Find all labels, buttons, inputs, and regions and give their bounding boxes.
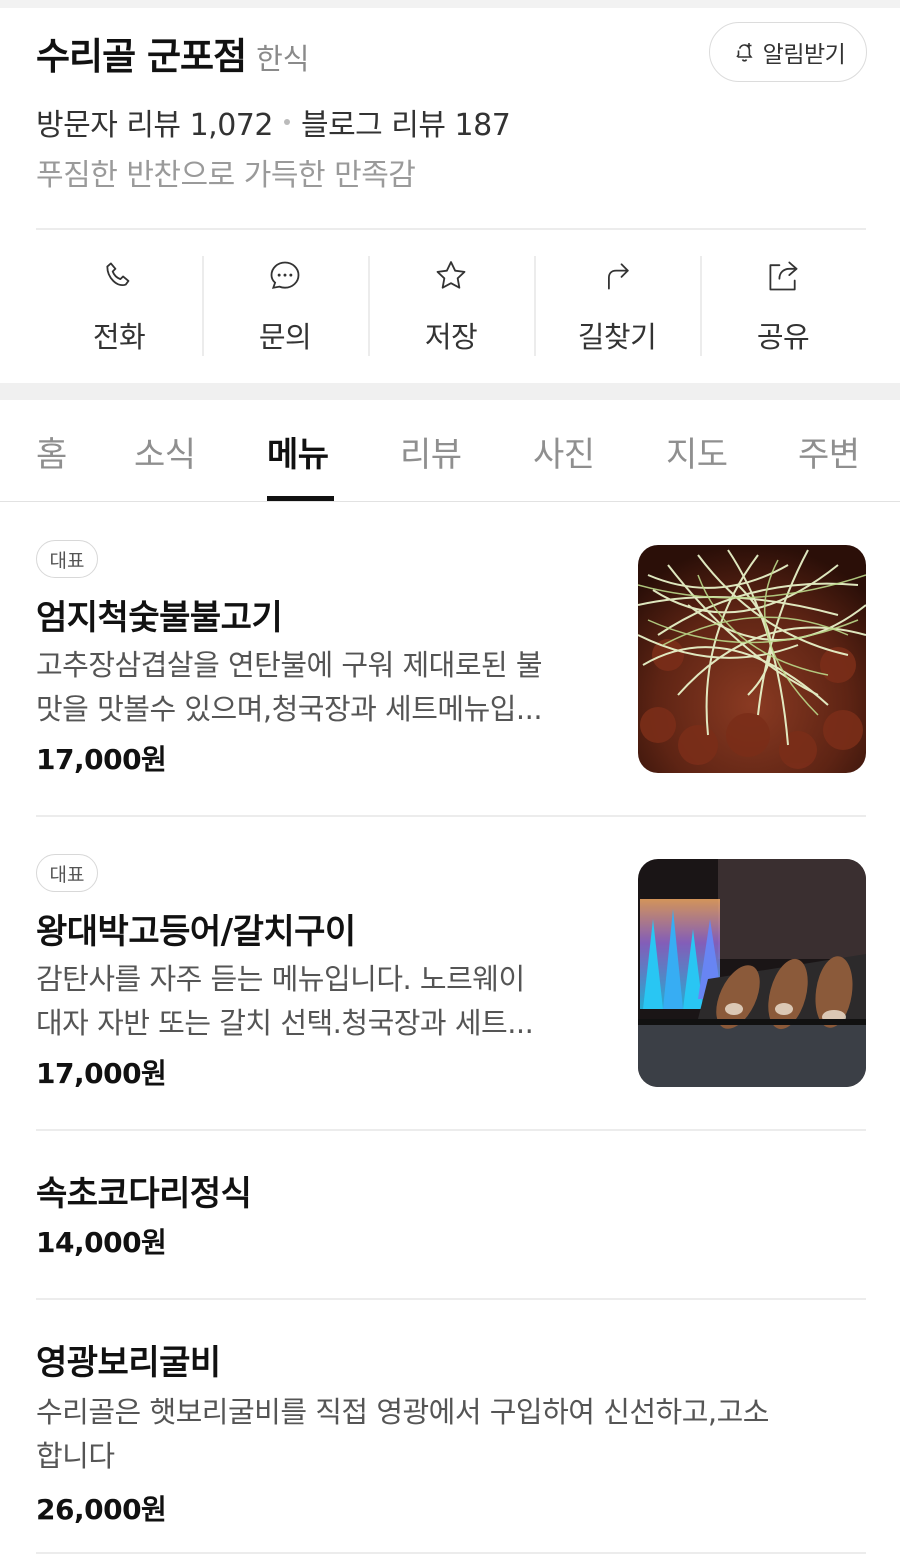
tab-news[interactable]: 소식	[134, 427, 196, 476]
menu-item[interactable]: 대표 왕대박고등어/갈치구이 감탄사를 자주 듣는 메뉴입니다. 노르웨이 대자…	[36, 852, 866, 1092]
review-counts: 방문자 리뷰 1,072 블로그 리뷰 187	[36, 100, 511, 144]
share-icon	[769, 261, 798, 291]
menu-desc-line2: 대자 자반 또는 갈치 선택.청국장과 세트...	[36, 1006, 534, 1040]
menu-price: 14,000원	[36, 1226, 167, 1259]
menu-item[interactable]: 대표 엄지척숯불불고기 고추장삼겹살을 연탄불에 구워 제대로된 불 맛을 맛볼…	[36, 538, 866, 778]
menu-desc-line1: 수리골은 햇보리굴비를 직접 영광에서 구입하여 신선하고,고소	[36, 1395, 770, 1429]
menu-divider	[36, 815, 866, 817]
active-tab-indicator	[267, 496, 334, 501]
tab-review[interactable]: 리뷰	[400, 427, 462, 476]
top-edge	[0, 0, 900, 8]
menu-photo	[638, 859, 866, 1087]
phone-icon	[106, 262, 130, 287]
call-label: 전화	[92, 320, 146, 354]
alarm-button[interactable]: 알림받기	[709, 22, 867, 82]
menu-divider	[36, 1129, 866, 1131]
tab-menu[interactable]: 메뉴	[267, 427, 329, 476]
menu-name: 엄지척숯불불고기	[36, 598, 283, 638]
menu-name: 영광보리굴비	[36, 1343, 221, 1383]
section-gap	[0, 383, 900, 400]
save-button[interactable]: 저장	[368, 256, 534, 356]
tab-nearby[interactable]: 주변	[798, 427, 860, 476]
separator-dot	[283, 119, 290, 125]
directions-label: 길찾기	[577, 320, 657, 354]
grilled-pork-image	[638, 545, 866, 773]
menu-desc-line2: 맛을 맛볼수 있으며,청국장과 세트메뉴입...	[36, 692, 543, 726]
menu-name: 왕대박고등어/갈치구이	[36, 912, 356, 952]
share-button[interactable]: 공유	[700, 256, 866, 356]
directions-icon	[608, 263, 629, 290]
share-label: 공유	[756, 320, 810, 354]
header-divider	[36, 228, 866, 230]
tab-map[interactable]: 지도	[666, 427, 728, 476]
signature-badge: 대표	[36, 540, 98, 578]
title-row: 수리골 군포점 한식	[36, 26, 310, 80]
store-header: 수리골 군포점 한식 알림받기 방문자 리뷰 1,072 블로그 리뷰 187 …	[0, 8, 900, 383]
menu-price: 17,000원	[36, 743, 167, 776]
store-tagline: 푸짐한 반찬으로 가득한 만족감	[36, 158, 416, 193]
menu-name: 속초코다리정식	[36, 1174, 252, 1214]
call-button[interactable]: 전화	[36, 256, 202, 356]
tab-photo[interactable]: 사진	[533, 427, 595, 476]
store-category: 한식	[256, 42, 310, 76]
inquiry-label: 문의	[258, 320, 312, 354]
inquiry-button[interactable]: 문의	[202, 256, 368, 356]
action-bar: 전화 문의 저장 길찾기 공유	[36, 256, 866, 356]
menu-divider	[36, 1552, 866, 1554]
tab-bar: 홈 소식 메뉴 리뷰 사진 지도 주변	[0, 400, 900, 502]
menu-desc-line2: 합니다	[36, 1439, 115, 1473]
bell-plus-icon	[736, 43, 753, 62]
store-name: 수리골 군포점	[36, 35, 247, 78]
alarm-label: 알림받기	[762, 42, 846, 68]
chat-icon	[270, 261, 300, 289]
grilled-fish-image	[638, 859, 866, 1087]
save-label: 저장	[424, 320, 478, 354]
menu-desc-line1: 고추장삼겹살을 연탄불에 구워 제대로된 불	[36, 648, 543, 682]
menu-desc-line1: 감탄사를 자주 듣는 메뉴입니다. 노르웨이	[36, 962, 525, 996]
menu-item[interactable]: 영광보리굴비 수리골은 햇보리굴비를 직접 영광에서 구입하여 신선하고,고소 …	[36, 1335, 866, 1535]
menu-price: 17,000원	[36, 1057, 167, 1090]
menu-divider	[36, 1298, 866, 1300]
directions-button[interactable]: 길찾기	[534, 256, 700, 356]
tab-home[interactable]: 홈	[36, 427, 67, 476]
blog-review-link[interactable]: 블로그 리뷰 187	[301, 100, 511, 144]
signature-badge: 대표	[36, 854, 98, 892]
menu-photo	[638, 545, 866, 773]
menu-item[interactable]: 속초코다리정식 14,000원	[36, 1166, 866, 1266]
star-icon	[436, 261, 466, 289]
visitor-review-link[interactable]: 방문자 리뷰 1,072	[36, 100, 273, 144]
menu-price: 26,000원	[36, 1493, 167, 1526]
